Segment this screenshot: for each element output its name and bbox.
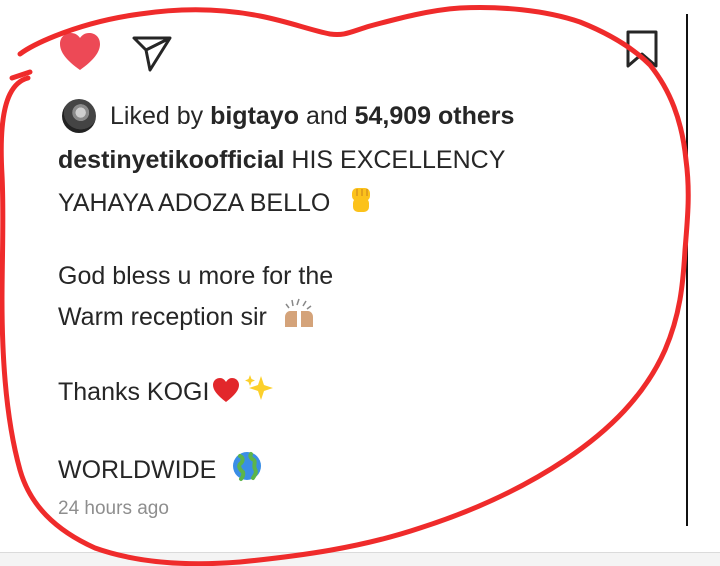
bookmark-icon <box>626 30 658 68</box>
heart-filled-icon <box>60 33 100 70</box>
raised-fist-icon <box>352 188 371 212</box>
caption-line: God bless u more for the <box>58 259 333 293</box>
caption-username-link[interactable]: destinyetikoofficial <box>58 146 284 174</box>
liked-by-user-link[interactable]: bigtayo <box>210 102 299 131</box>
caption-text: Warm reception sir <box>58 303 267 331</box>
caption-text: WORLDWIDE <box>58 456 217 484</box>
save-button[interactable] <box>618 26 666 74</box>
caption-text: YAHAYA ADOZA BELLO <box>58 189 331 217</box>
like-button[interactable] <box>56 30 104 74</box>
red-heart-icon <box>213 378 240 402</box>
likes-summary: Liked by bigtayo and 54,909 others <box>62 96 514 136</box>
raising-hands-icon <box>284 298 313 327</box>
globe-icon <box>233 452 262 481</box>
caption-text: God bless u more for the <box>58 262 334 290</box>
liked-by-label: Liked by <box>110 101 204 130</box>
scrollbar-edge <box>686 14 688 526</box>
sparkles-icon <box>245 375 274 400</box>
caption-line: Thanks KOGI <box>58 372 275 409</box>
caption-line: YAHAYA ADOZA BELLO <box>58 183 377 220</box>
caption-text: Thanks KOGI <box>58 378 210 406</box>
caption-text: HIS EXCELLENCY <box>291 146 506 174</box>
bottom-band <box>0 553 720 566</box>
caption-line: destinyetikoofficial HIS EXCELLENCY <box>58 143 505 177</box>
liked-by-and: and <box>305 101 348 130</box>
avatar[interactable] <box>62 99 96 133</box>
likes-count-link[interactable]: 54,909 others <box>355 102 515 131</box>
caption-line: Warm reception sir <box>58 297 316 334</box>
caption-line: WORLDWIDE <box>58 450 263 487</box>
post-timestamp: 24 hours ago <box>58 498 169 519</box>
share-button[interactable] <box>128 30 176 74</box>
paper-plane-icon <box>132 36 172 72</box>
